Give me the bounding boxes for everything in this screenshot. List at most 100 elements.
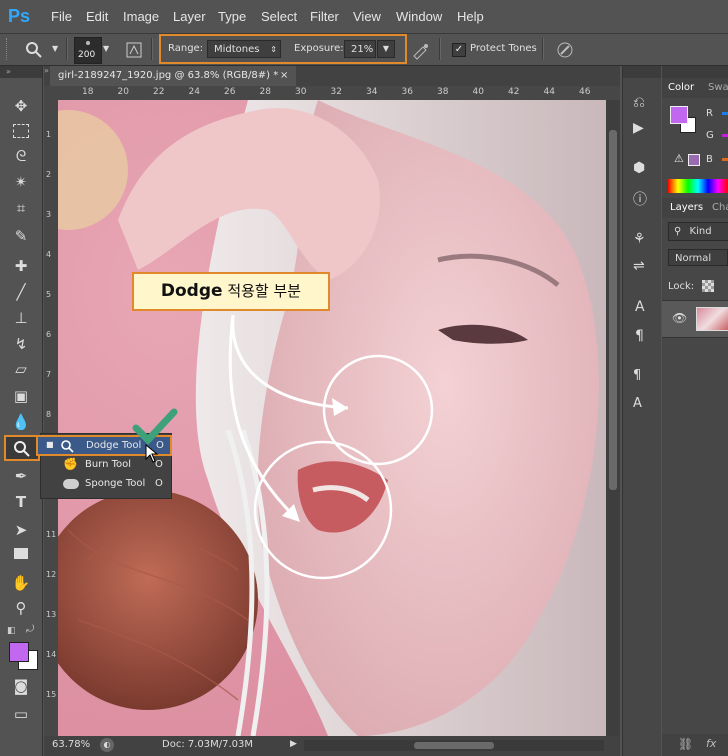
- green-slider[interactable]: [722, 134, 728, 137]
- blend-mode-select[interactable]: Normal: [668, 249, 728, 266]
- protect-tones-checkbox[interactable]: ✓: [452, 43, 466, 57]
- document-tab[interactable]: girl-2189247_1920.jpg @ 63.8% (RGB/8#) *…: [50, 66, 296, 86]
- vertical-scroll-thumb[interactable]: [609, 130, 617, 490]
- status-menu-arrow[interactable]: ▶: [290, 739, 297, 749]
- hand-tool-icon[interactable]: ✋: [9, 571, 33, 595]
- menu-type[interactable]: Type: [218, 9, 246, 24]
- layers-panel-footer: ⛓ fx: [662, 734, 728, 756]
- dodge-tool-preset-icon[interactable]: [24, 40, 44, 60]
- character-styles-icon[interactable]: A: [633, 396, 642, 411]
- tab-layers[interactable]: Layers: [670, 202, 703, 213]
- layer-kind-filter[interactable]: ⚲ Kind: [668, 222, 728, 241]
- range-select[interactable]: Midtones ⇕: [207, 40, 281, 58]
- swap-colors-icon[interactable]: ⤾: [26, 624, 34, 635]
- move-tool-icon[interactable]: ✥: [9, 94, 33, 118]
- lock-transparent-pixels-icon[interactable]: [702, 280, 714, 292]
- menu-select[interactable]: Select: [261, 9, 297, 24]
- gamut-warning-icon[interactable]: ⚠: [674, 152, 684, 165]
- red-channel-label: R: [706, 108, 713, 119]
- callout-text: 적용할 부분: [222, 282, 302, 300]
- brush-dropdown-arrow[interactable]: ▼: [103, 44, 109, 53]
- clone-stamp-tool-icon[interactable]: ⊥: [9, 306, 33, 330]
- character-panel-icon[interactable]: A: [635, 299, 645, 315]
- rectangle-tool-icon[interactable]: [9, 542, 33, 566]
- exposure-dropdown-button[interactable]: ▼: [377, 40, 395, 58]
- callout-bold-text: Dodge: [160, 281, 223, 301]
- 3d-panel-icon[interactable]: ⬢: [633, 160, 645, 176]
- paragraph-panel-icon[interactable]: ¶: [635, 328, 644, 344]
- marquee-tool-icon[interactable]: [9, 119, 33, 143]
- pen-tool-icon[interactable]: ✒: [9, 464, 33, 488]
- path-selection-tool-icon[interactable]: ➤: [9, 518, 33, 542]
- brush-tool-icon[interactable]: ╱: [9, 280, 33, 304]
- zoom-level[interactable]: 63.78%: [52, 739, 90, 750]
- menu-layer[interactable]: Layer: [173, 9, 206, 24]
- tab-swatches[interactable]: Swa: [708, 82, 728, 93]
- tools-collapse-icon[interactable]: »: [0, 66, 42, 78]
- ruler-h-tick: 38: [437, 87, 449, 97]
- horizontal-scroll-thumb[interactable]: [414, 742, 494, 749]
- layer-row[interactable]: 👁: [662, 300, 728, 338]
- history-panel-icon[interactable]: ⎌: [633, 93, 645, 111]
- ruler-v-tick: 15: [46, 690, 57, 699]
- lasso-tool-icon[interactable]: ᘓ: [9, 144, 33, 168]
- ruler-v-tick: 3: [46, 210, 52, 219]
- gradient-tool-icon[interactable]: ▣: [9, 384, 33, 408]
- preset-dropdown-arrow[interactable]: ▼: [52, 44, 58, 53]
- flyout-item-sponge-tool[interactable]: Sponge Tool O: [41, 475, 171, 494]
- tab-channels[interactable]: Cha: [712, 202, 728, 213]
- exposure-input[interactable]: 21%: [344, 40, 376, 58]
- crop-tool-icon[interactable]: ⌗: [9, 196, 33, 220]
- magic-wand-tool-icon[interactable]: ✴: [9, 170, 33, 194]
- burn-tool-small-icon: ✊: [63, 457, 78, 471]
- tablet-pressure-size-icon[interactable]: [555, 40, 575, 60]
- healing-brush-tool-icon[interactable]: ✚: [9, 254, 33, 278]
- type-tool-icon[interactable]: T: [9, 490, 33, 514]
- menu-help[interactable]: Help: [457, 9, 484, 24]
- history-brush-tool-icon[interactable]: ↯: [9, 332, 33, 356]
- link-layers-icon[interactable]: ⛓: [678, 737, 693, 751]
- adjust-panel-icon[interactable]: ⇌: [633, 258, 645, 274]
- zoom-tool-icon[interactable]: ⚲: [9, 596, 33, 620]
- menu-window[interactable]: Window: [396, 9, 442, 24]
- menu-image[interactable]: Image: [123, 9, 159, 24]
- mouse-cursor-icon: [145, 444, 159, 463]
- menu-edit[interactable]: Edit: [86, 9, 108, 24]
- red-slider[interactable]: [722, 112, 728, 115]
- foreground-color-swatch[interactable]: [9, 642, 29, 662]
- color-panel-fg-swatch[interactable]: [670, 106, 688, 124]
- quick-mask-icon[interactable]: ◙: [9, 674, 33, 698]
- brush-size-picker[interactable]: 200: [74, 37, 102, 64]
- blur-tool-icon[interactable]: 💧: [9, 410, 33, 434]
- layer-style-fx-icon[interactable]: fx: [706, 737, 716, 750]
- paragraph-styles-icon[interactable]: ¶: [633, 368, 641, 383]
- eyedropper-tool-icon[interactable]: ✎: [9, 224, 33, 248]
- horizontal-scrollbar[interactable]: [304, 740, 604, 751]
- layer-kind-label: Kind: [689, 226, 712, 237]
- actions-panel-icon[interactable]: ▶: [633, 120, 644, 136]
- menu-filter[interactable]: Filter: [310, 9, 339, 24]
- ruler-h-tick: 42: [508, 87, 520, 97]
- ruler-v-tick: 12: [46, 570, 57, 579]
- blue-slider[interactable]: [722, 158, 728, 161]
- brush-presets-icon[interactable]: ⚘: [633, 231, 646, 247]
- gamut-color-swatch[interactable]: [688, 154, 700, 166]
- default-colors-icon[interactable]: ◧: [7, 626, 16, 636]
- tabbar-collapse-icon[interactable]: »: [44, 66, 49, 75]
- menu-file[interactable]: File: [51, 9, 72, 24]
- menu-view[interactable]: View: [353, 9, 381, 24]
- ruler-h-tick: 18: [82, 87, 94, 97]
- ruler-h-tick: 32: [330, 87, 342, 97]
- eraser-tool-icon[interactable]: ▱: [9, 357, 33, 381]
- vertical-scrollbar[interactable]: [606, 100, 620, 736]
- tab-color[interactable]: Color: [668, 82, 694, 93]
- info-panel-icon[interactable]: ⓘ: [633, 189, 647, 209]
- screen-mode-icon[interactable]: ▭: [9, 702, 33, 726]
- layer-visibility-eye-icon[interactable]: 👁: [672, 311, 687, 325]
- dodge-tool-button[interactable]: [4, 435, 40, 461]
- status-info-icon[interactable]: ◐: [100, 738, 114, 752]
- document-tab-close-icon[interactable]: ×: [280, 66, 288, 86]
- airbrush-icon[interactable]: [411, 40, 431, 60]
- brush-panel-toggle-icon[interactable]: [124, 40, 144, 60]
- color-spectrum-bar[interactable]: [668, 179, 728, 193]
